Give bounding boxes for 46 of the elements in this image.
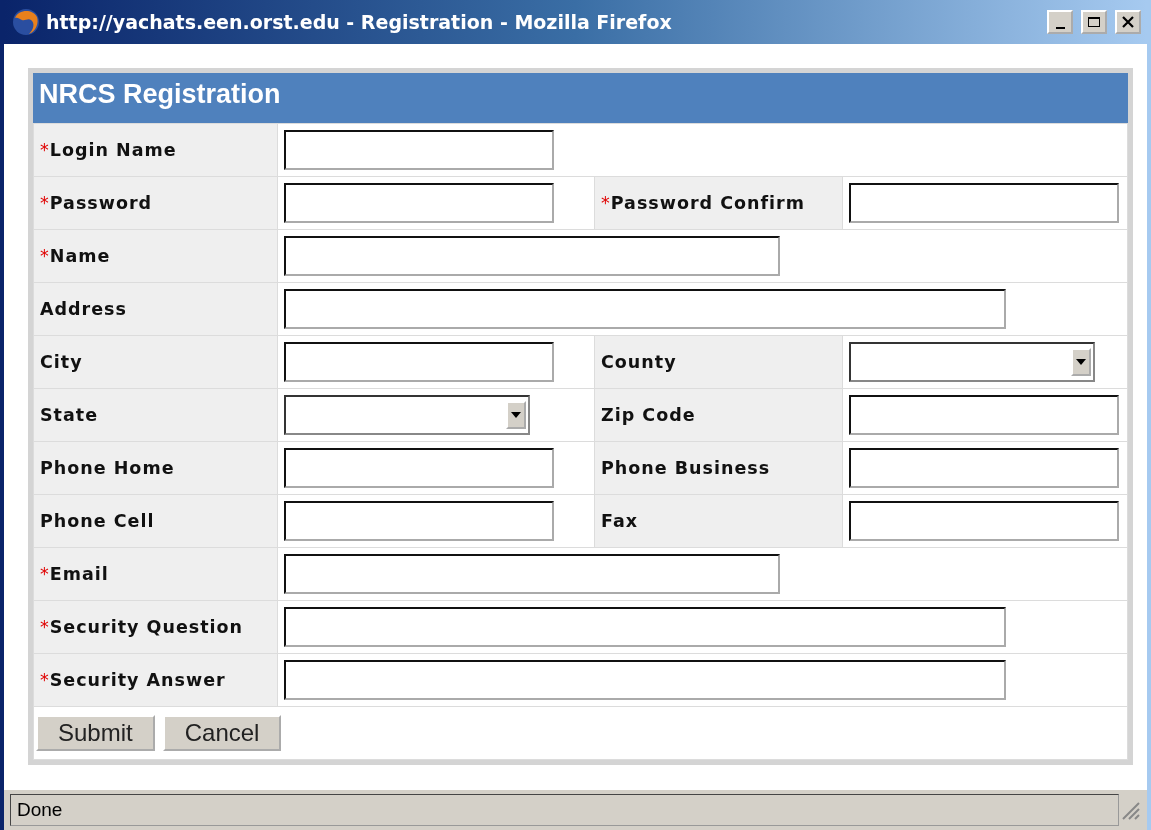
field-label: *Email bbox=[40, 564, 109, 584]
text-field[interactable] bbox=[849, 501, 1119, 541]
text-field[interactable] bbox=[849, 448, 1119, 488]
text-field[interactable] bbox=[284, 607, 1006, 647]
field-label: Phone Business bbox=[601, 458, 771, 478]
field-label: County bbox=[601, 352, 677, 372]
text-field[interactable] bbox=[284, 448, 554, 488]
text-field[interactable] bbox=[284, 183, 554, 223]
dropdown-field[interactable] bbox=[284, 395, 530, 435]
field-label: Zip Code bbox=[601, 405, 696, 425]
text-field[interactable] bbox=[284, 554, 780, 594]
minimize-icon bbox=[1055, 27, 1065, 29]
close-button[interactable] bbox=[1115, 10, 1141, 34]
field-label: Address bbox=[40, 299, 127, 319]
field-label: *Name bbox=[40, 246, 111, 266]
text-field[interactable] bbox=[284, 342, 554, 382]
text-field[interactable] bbox=[284, 501, 554, 541]
text-field[interactable] bbox=[284, 660, 1006, 700]
text-field[interactable] bbox=[849, 183, 1119, 223]
window-title: http://yachats.een.orst.edu - Registration - Mozilla Firefox bbox=[46, 11, 673, 33]
caret-icon bbox=[1071, 348, 1091, 376]
caret-icon bbox=[506, 401, 526, 429]
field-label: *Password bbox=[40, 193, 153, 213]
field-label: *Login Name bbox=[40, 140, 177, 160]
field-label: City bbox=[40, 352, 83, 372]
globe-icon bbox=[12, 8, 40, 36]
field-label: Phone Cell bbox=[40, 511, 155, 531]
field-label: *Password Confirm bbox=[601, 193, 805, 213]
field-label: State bbox=[40, 405, 98, 425]
text-field[interactable] bbox=[284, 130, 554, 170]
status-text: Done bbox=[10, 794, 1119, 826]
text-field[interactable] bbox=[284, 236, 780, 276]
close-icon bbox=[1122, 16, 1134, 28]
form-title: NRCS Registration bbox=[33, 73, 1128, 123]
minimize-button[interactable] bbox=[1047, 10, 1073, 34]
maximize-icon bbox=[1087, 16, 1101, 28]
field-label: Phone Home bbox=[40, 458, 175, 478]
form-button[interactable]: Cancel bbox=[162, 715, 282, 751]
maximize-button[interactable] bbox=[1081, 10, 1107, 34]
field-label: *Security Question bbox=[40, 617, 243, 637]
field-label: *Security Answer bbox=[40, 670, 226, 690]
field-label: Fax bbox=[601, 511, 639, 531]
dropdown-field[interactable] bbox=[849, 342, 1095, 382]
text-field[interactable] bbox=[849, 395, 1119, 435]
text-field[interactable] bbox=[284, 289, 1006, 329]
form-button[interactable]: Submit bbox=[36, 715, 155, 751]
